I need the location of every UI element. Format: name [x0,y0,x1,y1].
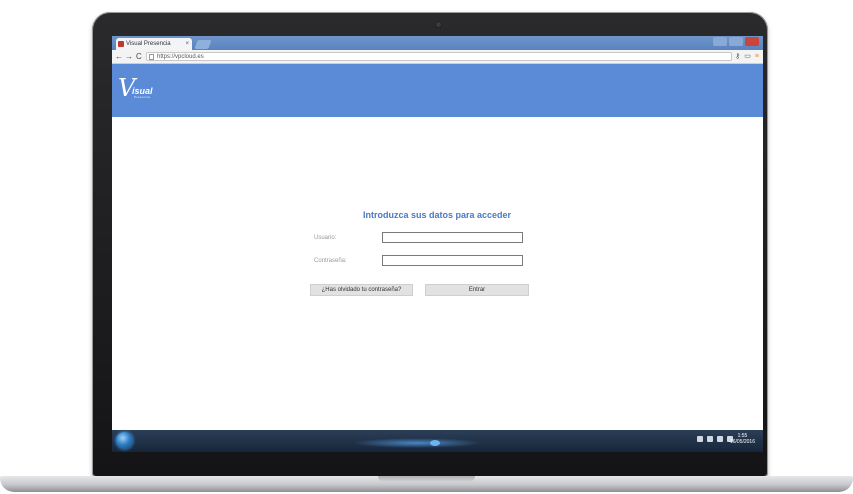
back-button[interactable]: ← [115,50,123,63]
minimize-button[interactable] [713,37,727,46]
page-icon [149,54,154,60]
maximize-button[interactable] [729,37,743,46]
webcam [436,22,441,27]
forward-button[interactable]: → [125,50,133,63]
browser-toolbar-icons: ⚷ ▭ ≡ [735,50,759,63]
laptop-hinge-notch [378,476,475,482]
new-tab-button[interactable] [194,40,212,49]
forgot-password-button[interactable]: ¿Has olvidado tu contraseña? [310,284,413,296]
window-controls [713,37,759,46]
browser-tab[interactable]: Visual Presencia × [116,38,192,50]
laptop-screen: Visual Presencia × ← → C https://vpcloud… [112,36,763,452]
password-label: Contraseña: [314,258,347,264]
network-icon[interactable] [717,436,723,442]
taskbar-app-icon[interactable] [430,440,440,446]
favicon-icon [118,41,124,47]
password-input[interactable] [382,255,523,266]
flag-icon[interactable] [707,436,713,442]
close-tab-icon[interactable]: × [185,38,189,50]
logo-subtext: Presencia [134,95,151,99]
url-input[interactable]: https://vpcloud.es [146,52,732,61]
page-icon[interactable]: ▭ [744,50,751,63]
tab-title: Visual Presencia [126,41,171,47]
taskbar-clock[interactable]: 1:55 16/05/2016 [730,433,755,445]
window-close-button[interactable] [745,37,759,46]
action-center-icon[interactable] [697,436,703,442]
key-icon[interactable]: ⚷ [735,50,740,63]
clock-date: 16/05/2016 [729,439,755,445]
reload-button[interactable]: C [136,50,142,63]
menu-icon[interactable]: ≡ [755,50,759,63]
browser-tabstrip: Visual Presencia × [112,36,763,50]
taskbar-app-highlight [352,438,482,448]
address-bar: ← → C https://vpcloud.es ⚷ ▭ ≡ [112,50,763,64]
submit-button[interactable]: Entrar [425,284,529,296]
start-button[interactable] [116,432,133,449]
site-header: V isual Presencia [112,64,763,117]
windows-taskbar: 1:55 16/05/2016 [112,430,763,452]
system-tray [697,436,733,442]
username-input[interactable] [382,232,523,243]
login-title: Introduzca sus datos para acceder [362,210,512,220]
url-text: https://vpcloud.es [157,54,204,60]
username-label: Usuario: [314,235,337,241]
